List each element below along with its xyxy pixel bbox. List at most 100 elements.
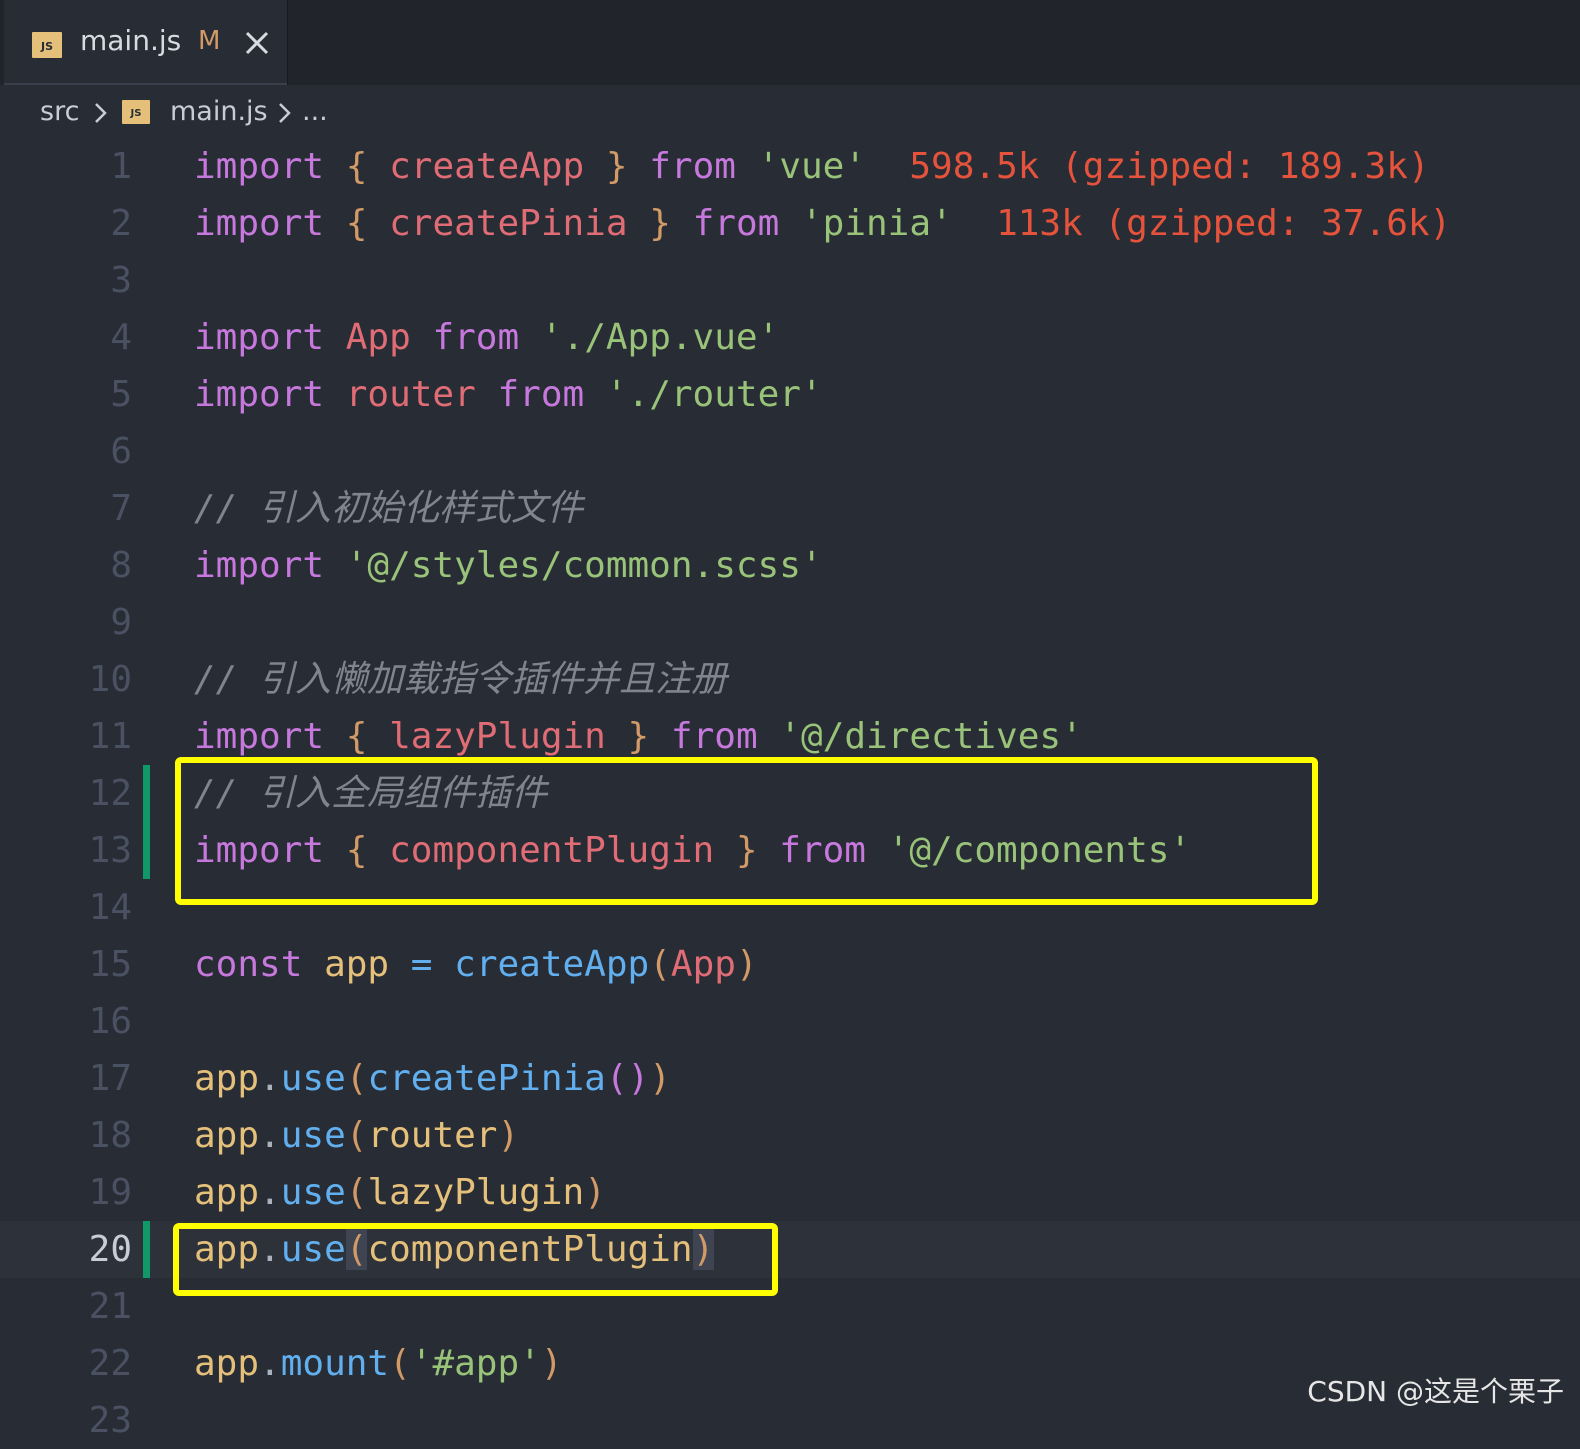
code-token: { [345,146,368,187]
code-line[interactable]: 2 import { createPinia } from 'pinia' 113… [0,195,1580,252]
import-cost-hint: 113k (gzipped: 37.6k) [996,203,1452,244]
code-token: ( [345,1058,368,1099]
code-token: () [605,1058,650,1099]
code-line[interactable]: 4 import App from './App.vue' [0,309,1580,366]
code-token: createPinia [389,203,628,244]
breadcrumb: src JS main.js ... [0,88,1580,140]
code-token: from [432,317,520,358]
code-token: '@/styles/common.scss' [345,545,823,586]
code-text: // 引入懒加载指令插件并且注册 [194,651,727,708]
line-number: 18 [88,1115,132,1156]
code-token: mount [280,1343,390,1384]
code-token: app [194,1343,260,1384]
git-change-marker[interactable] [143,822,150,879]
line-number: 10 [88,659,132,700]
code-token: // 引入初始化样式文件 [194,488,584,529]
code-token: lazyPlugin [367,1172,585,1213]
chevron-right-icon [279,103,291,123]
tab-underline [4,83,287,85]
code-token: app [194,1172,260,1213]
line-number: 9 [110,602,132,643]
code-line[interactable]: 1 import { createApp } from 'vue' 598.5k … [0,138,1580,195]
code-text: const app = createApp(App) [194,936,758,993]
code-token: import [194,545,325,586]
highlight-box-use [173,1223,778,1296]
line-number: 1 [110,146,132,187]
close-icon[interactable] [240,26,274,60]
line-number: 19 [88,1172,132,1213]
code-line[interactable]: 9 [0,594,1580,651]
code-line[interactable]: 19 app.use(lazyPlugin) [0,1164,1580,1221]
code-line[interactable]: 5 import router from './router' [0,366,1580,423]
modified-indicator: M [198,26,221,56]
code-token: import [194,203,325,244]
code-token: App [670,944,736,985]
code-token: ) [497,1115,520,1156]
code-token: import [194,146,325,187]
code-line[interactable]: 16 [0,993,1580,1050]
line-number: 23 [88,1400,132,1441]
code-token: { [345,716,368,757]
line-number: 7 [110,488,132,529]
breadcrumb-file[interactable]: main.js [170,96,268,127]
code-token: './router' [605,374,823,415]
line-number: 11 [88,716,132,757]
chevron-right-icon [95,103,107,123]
line-number: 22 [88,1343,132,1384]
code-token: // 引入懒加载指令插件并且注册 [194,659,728,700]
code-token: './App.vue' [540,317,780,358]
code-token: createPinia [367,1058,606,1099]
code-line[interactable]: 7 // 引入初始化样式文件 [0,480,1580,537]
code-line[interactable]: 6 [0,423,1580,480]
code-token: ( [345,1115,368,1156]
git-change-marker[interactable] [143,1221,150,1278]
line-number: 4 [110,317,132,358]
code-line[interactable]: 17 app.use(createPinia()) [0,1050,1580,1107]
code-text: // 引入初始化样式文件 [194,480,583,537]
code-text: import '@/styles/common.scss' [194,537,823,594]
code-token: use [280,1172,346,1213]
git-change-marker[interactable] [143,765,150,822]
tab-bar: JS main.js M [0,0,1580,85]
line-number: 6 [110,431,132,472]
breadcrumb-folder[interactable]: src [40,96,79,127]
code-token: . [259,1058,281,1099]
code-token: ) [584,1172,606,1213]
highlight-box-import [175,757,1318,905]
breadcrumb-more[interactable]: ... [302,96,328,127]
line-number: 21 [88,1286,132,1327]
tab-main-js[interactable]: JS main.js M [4,0,288,85]
code-line[interactable]: 15 const app = createApp(App) [0,936,1580,993]
code-token: app [194,1058,260,1099]
code-line[interactable]: 3 [0,252,1580,309]
code-line[interactable]: 10 // 引入懒加载指令插件并且注册 [0,651,1580,708]
tab-title: main.js [80,24,182,57]
code-line[interactable]: 18 app.use(router) [0,1107,1580,1164]
code-text: app.mount('#app') [194,1335,563,1392]
code-token: { [345,203,368,244]
code-line[interactable]: 8 import '@/styles/common.scss' [0,537,1580,594]
line-number: 13 [88,830,132,871]
watermark: CSDN @这是个栗子 [1307,1375,1564,1408]
code-token: . [259,1115,281,1156]
code-token: app [194,1115,260,1156]
